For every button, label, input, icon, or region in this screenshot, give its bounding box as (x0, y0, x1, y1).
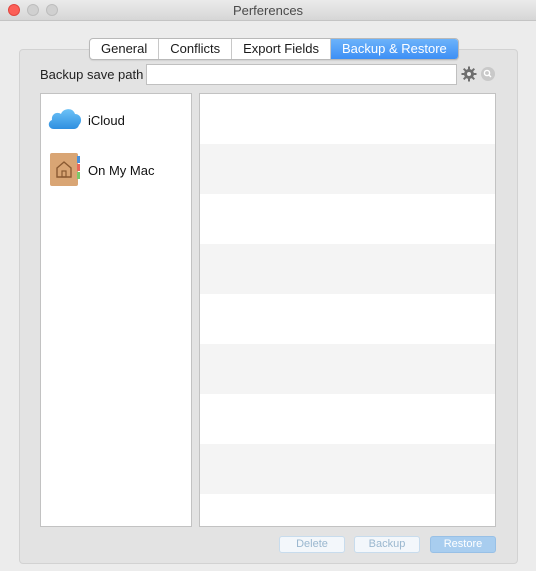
list-row[interactable] (200, 244, 495, 294)
list-row[interactable] (200, 444, 495, 494)
sidebar-item-label: iCloud (88, 113, 125, 128)
list-row[interactable] (200, 494, 495, 526)
tab-export-fields[interactable]: Export Fields (232, 39, 331, 59)
tab-conflicts[interactable]: Conflicts (159, 39, 233, 59)
location-sidebar: iCloud On My Mac (40, 93, 192, 527)
backup-button[interactable]: Backup (354, 536, 420, 553)
delete-button[interactable]: Delete (279, 536, 345, 553)
sidebar-item-label: On My Mac (88, 163, 155, 178)
window-title: Perferences (232, 3, 304, 18)
search-icon[interactable] (481, 67, 495, 81)
list-row[interactable] (200, 344, 495, 394)
backup-list[interactable] (199, 93, 496, 527)
home-folder-icon (50, 153, 80, 186)
sidebar-item-on-my-mac[interactable]: On My Mac (46, 150, 186, 190)
list-row[interactable] (200, 394, 495, 444)
gear-icon[interactable] (461, 66, 477, 82)
backup-path-label: Backup save path (40, 67, 144, 82)
tab-general[interactable]: General (90, 39, 160, 59)
backup-path-input[interactable] (146, 64, 457, 85)
list-row[interactable] (200, 294, 495, 344)
title-bar: Perferences (0, 0, 536, 21)
restore-button[interactable]: Restore (430, 536, 496, 553)
tab-backup-restore[interactable]: Backup & Restore (330, 39, 458, 59)
icloud-icon (48, 109, 82, 129)
sidebar-item-icloud[interactable]: iCloud (46, 100, 186, 140)
tab-bar: General Conflicts Export Fields Backup &… (89, 38, 459, 60)
list-row[interactable] (200, 94, 495, 144)
list-row[interactable] (200, 144, 495, 194)
list-row[interactable] (200, 194, 495, 244)
